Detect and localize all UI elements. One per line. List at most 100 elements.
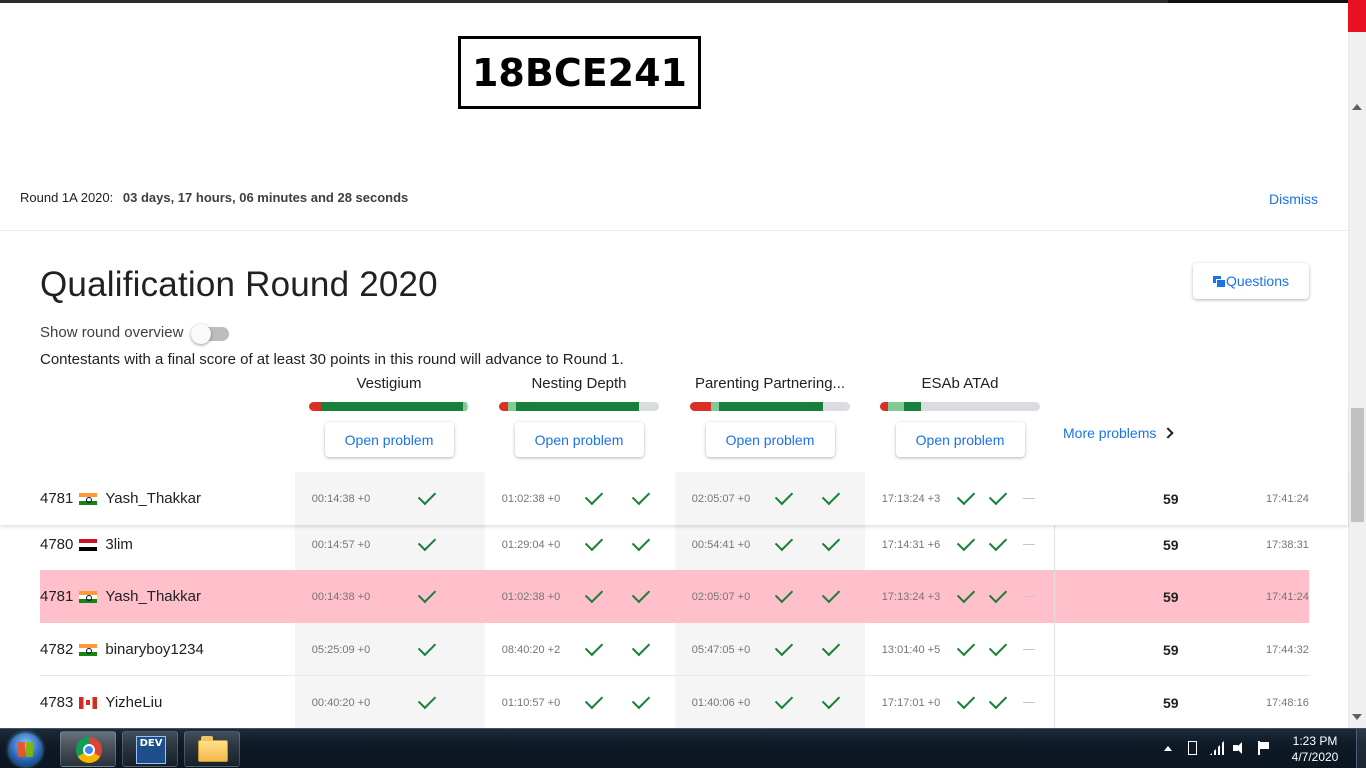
table-row[interactable]: 4780 3lim 00:14:57 +0 01:29:04 +0 00:54:…	[0, 518, 1348, 571]
problem-cell: 00:54:41 +0	[675, 518, 865, 571]
browser-page: 18BCE241 Round 1A 2020: 03 days, 17 hour…	[0, 0, 1366, 768]
questions-button[interactable]: Questions	[1193, 263, 1309, 299]
taskbar-file-explorer[interactable]	[184, 731, 240, 767]
problem-header-2: Nesting Depth Open problem	[499, 375, 659, 457]
top-strip	[0, 0, 1348, 3]
clock-date: 4/7/2020	[1291, 750, 1339, 764]
checkmark-icon	[584, 637, 604, 656]
checkmark-icon	[821, 637, 841, 656]
problem-cell: 01:02:38 +0	[485, 472, 675, 525]
windows-logo-icon	[9, 733, 42, 766]
system-clock[interactable]: 1:23 PM 4/7/2020	[1282, 733, 1348, 765]
checkmark-icon	[956, 486, 976, 505]
action-center-flag-icon[interactable]	[1257, 741, 1271, 755]
penalty-time: 17:41:24	[1266, 492, 1309, 505]
solve-time: 00:14:38 +0	[311, 492, 371, 505]
rank: 4781	[40, 490, 74, 507]
open-problem-button[interactable]: Open problem	[514, 422, 644, 457]
advance-info-text: Contestants with a final score of at lea…	[40, 351, 624, 368]
start-button[interactable]	[6, 732, 46, 766]
checkmark-icon	[417, 637, 437, 656]
problem-solve-bar	[309, 402, 469, 411]
checkmark-icon	[774, 532, 794, 551]
solve-time: 17:13:24 +3	[881, 590, 941, 603]
checkmark-icon	[631, 690, 651, 709]
problem-cell: 05:25:09 +0	[295, 623, 485, 676]
solve-time: 17:17:01 +0	[881, 696, 941, 709]
total-score: 59	[1163, 694, 1179, 711]
checkmark-icon	[417, 532, 437, 551]
contestant-name[interactable]: Yash_Thakkar	[105, 490, 201, 507]
taskbar-chrome[interactable]	[60, 731, 116, 767]
countdown-banner: Round 1A 2020: 03 days, 17 hours, 06 min…	[20, 190, 408, 205]
solve-time: 05:25:09 +0	[311, 643, 371, 656]
problem-cell: 00:40:20 +0	[295, 676, 485, 729]
open-problem-button[interactable]: Open problem	[324, 422, 454, 457]
table-row-highlighted[interactable]: 4781 Yash_Thakkar 00:14:38 +0 01:02:38 +…	[0, 570, 1348, 623]
problem-header-1: Vestigium Open problem	[309, 375, 469, 457]
solve-time: 02:05:07 +0	[691, 492, 751, 505]
problem-cell: 00:14:38 +0	[295, 570, 485, 623]
problem-cell: 01:40:06 +0	[675, 676, 865, 729]
contestant-cell: 4783 YizheLiu	[40, 676, 162, 729]
problem-cell: 08:40:20 +2	[485, 623, 675, 676]
contestant-name[interactable]: YizheLiu	[105, 694, 162, 711]
solve-time: 08:40:20 +2	[501, 643, 561, 656]
problem-cell: 02:05:07 +0	[675, 570, 865, 623]
problem-cell: 01:10:57 +0	[485, 676, 675, 729]
questions-label: Questions	[1225, 273, 1290, 289]
file-explorer-icon	[198, 736, 228, 762]
solve-time: 01:40:06 +0	[691, 696, 751, 709]
unattempted-dash	[1023, 596, 1035, 597]
dismiss-button[interactable]: Dismiss	[1269, 191, 1318, 207]
contestant-name[interactable]: binaryboy1234	[105, 641, 203, 658]
scroll-up-arrow-icon[interactable]	[1352, 104, 1362, 110]
checkmark-icon	[988, 690, 1008, 709]
round-overview-toggle[interactable]	[191, 323, 230, 344]
sticky-own-row[interactable]: 4781 Yash_Thakkar 00:14:38 +0 01:02:38 +…	[0, 472, 1348, 525]
problem-header-4: ESAb ATAd Open problem	[880, 375, 1040, 457]
table-row[interactable]: 4782 binaryboy1234 05:25:09 +0 08:40:20 …	[0, 623, 1348, 676]
solve-time: 01:10:57 +0	[501, 696, 561, 709]
checkmark-icon	[774, 584, 794, 603]
scroll-down-arrow-icon[interactable]	[1352, 714, 1362, 720]
checkmark-icon	[584, 584, 604, 603]
chrome-icon	[76, 737, 102, 763]
show-desktop-button[interactable]	[1356, 729, 1366, 768]
india-flag-icon	[79, 643, 98, 656]
problem-name: Parenting Partnering...	[694, 375, 846, 392]
dev-cpp-icon: DEV	[136, 736, 166, 764]
checkmark-icon	[821, 532, 841, 551]
volume-icon[interactable]	[1233, 741, 1247, 755]
checkmark-icon	[988, 532, 1008, 551]
contestant-cell: 4781 Yash_Thakkar	[40, 570, 201, 623]
problem-cell: 17:17:01 +0	[865, 676, 1055, 729]
problem-cell: 00:14:38 +0	[295, 472, 485, 525]
scroll-thumb[interactable]	[1351, 408, 1364, 522]
checkmark-icon	[774, 637, 794, 656]
battery-icon[interactable]	[1188, 741, 1197, 755]
total-score: 59	[1163, 588, 1179, 605]
contestant-cell: 4781 Yash_Thakkar	[40, 472, 201, 525]
solve-time: 02:05:07 +0	[691, 590, 751, 603]
checkmark-icon	[821, 486, 841, 505]
rank: 4781	[40, 588, 74, 605]
contestant-name[interactable]: 3lim	[105, 536, 133, 553]
student-id-watermark: 18BCE241	[458, 36, 701, 109]
checkmark-icon	[774, 486, 794, 505]
contestant-name[interactable]: Yash_Thakkar	[105, 588, 201, 605]
taskbar-dev-cpp[interactable]: DEV	[122, 731, 178, 767]
total-score: 59	[1163, 536, 1179, 553]
penalty-time: 17:38:31	[1266, 538, 1309, 551]
open-problem-button[interactable]: Open problem	[895, 422, 1025, 457]
checkmark-icon	[821, 690, 841, 709]
table-row[interactable]: 4783 YizheLiu 00:40:20 +0 01:10:57 +0 01…	[0, 676, 1348, 729]
window-close-edge[interactable]	[1348, 0, 1366, 32]
more-problems-link[interactable]: More problems	[1063, 425, 1175, 441]
checkmark-icon	[631, 532, 651, 551]
show-hidden-icons-icon[interactable]	[1164, 746, 1172, 751]
chat-bubbles-icon	[1212, 276, 1225, 287]
open-problem-button[interactable]: Open problem	[705, 422, 835, 457]
problem-name: ESAb ATAd	[921, 375, 999, 392]
egypt-flag-icon	[79, 538, 98, 551]
